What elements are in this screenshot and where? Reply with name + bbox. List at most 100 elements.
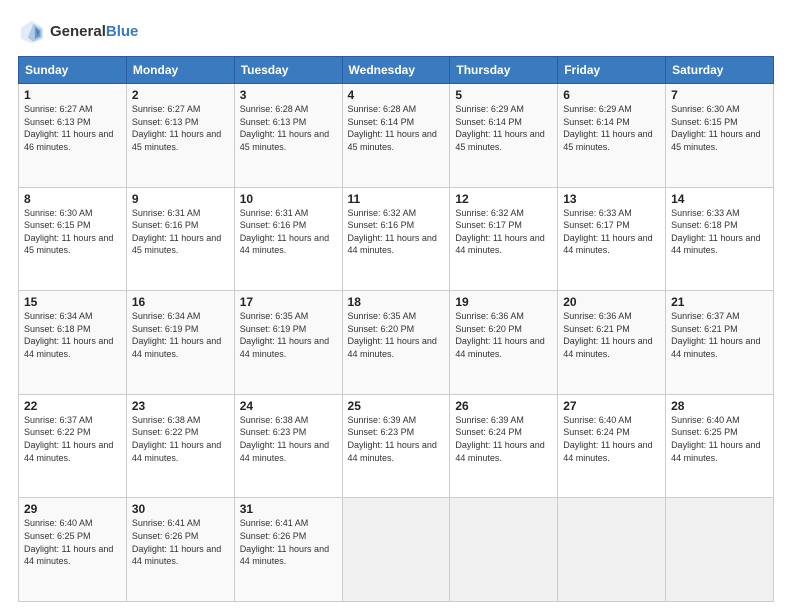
day-number: 16 (132, 295, 229, 309)
calendar-week-row: 22 Sunrise: 6:37 AMSunset: 6:22 PMDaylig… (19, 394, 774, 498)
calendar-day-cell: 22 Sunrise: 6:37 AMSunset: 6:22 PMDaylig… (19, 394, 127, 498)
calendar-day-cell: 4 Sunrise: 6:28 AMSunset: 6:14 PMDayligh… (342, 84, 450, 188)
day-info: Sunrise: 6:31 AMSunset: 6:16 PMDaylight:… (240, 207, 337, 257)
calendar-week-row: 1 Sunrise: 6:27 AMSunset: 6:13 PMDayligh… (19, 84, 774, 188)
calendar-day-cell: 25 Sunrise: 6:39 AMSunset: 6:23 PMDaylig… (342, 394, 450, 498)
day-info: Sunrise: 6:37 AMSunset: 6:22 PMDaylight:… (24, 414, 121, 464)
day-number: 21 (671, 295, 768, 309)
day-info: Sunrise: 6:39 AMSunset: 6:23 PMDaylight:… (348, 414, 445, 464)
day-info: Sunrise: 6:39 AMSunset: 6:24 PMDaylight:… (455, 414, 552, 464)
day-number: 15 (24, 295, 121, 309)
day-number: 31 (240, 502, 337, 516)
calendar-day-cell: 6 Sunrise: 6:29 AMSunset: 6:14 PMDayligh… (558, 84, 666, 188)
weekday-header: Saturday (666, 57, 774, 84)
day-info: Sunrise: 6:33 AMSunset: 6:17 PMDaylight:… (563, 207, 660, 257)
calendar-day-cell: 1 Sunrise: 6:27 AMSunset: 6:13 PMDayligh… (19, 84, 127, 188)
day-number: 24 (240, 399, 337, 413)
calendar-day-cell: 19 Sunrise: 6:36 AMSunset: 6:20 PMDaylig… (450, 291, 558, 395)
day-info: Sunrise: 6:31 AMSunset: 6:16 PMDaylight:… (132, 207, 229, 257)
calendar-day-cell: 12 Sunrise: 6:32 AMSunset: 6:17 PMDaylig… (450, 187, 558, 291)
calendar-day-cell (666, 498, 774, 602)
calendar-day-cell: 28 Sunrise: 6:40 AMSunset: 6:25 PMDaylig… (666, 394, 774, 498)
calendar-day-cell: 5 Sunrise: 6:29 AMSunset: 6:14 PMDayligh… (450, 84, 558, 188)
calendar-day-cell: 8 Sunrise: 6:30 AMSunset: 6:15 PMDayligh… (19, 187, 127, 291)
day-number: 10 (240, 192, 337, 206)
day-number: 1 (24, 88, 121, 102)
day-number: 5 (455, 88, 552, 102)
calendar-week-row: 29 Sunrise: 6:40 AMSunset: 6:25 PMDaylig… (19, 498, 774, 602)
day-info: Sunrise: 6:29 AMSunset: 6:14 PMDaylight:… (563, 103, 660, 153)
weekday-row: SundayMondayTuesdayWednesdayThursdayFrid… (19, 57, 774, 84)
calendar-day-cell: 10 Sunrise: 6:31 AMSunset: 6:16 PMDaylig… (234, 187, 342, 291)
calendar-day-cell: 15 Sunrise: 6:34 AMSunset: 6:18 PMDaylig… (19, 291, 127, 395)
calendar-day-cell: 13 Sunrise: 6:33 AMSunset: 6:17 PMDaylig… (558, 187, 666, 291)
weekday-header: Monday (126, 57, 234, 84)
calendar-day-cell: 14 Sunrise: 6:33 AMSunset: 6:18 PMDaylig… (666, 187, 774, 291)
day-info: Sunrise: 6:34 AMSunset: 6:19 PMDaylight:… (132, 310, 229, 360)
day-number: 30 (132, 502, 229, 516)
day-info: Sunrise: 6:38 AMSunset: 6:22 PMDaylight:… (132, 414, 229, 464)
header: GeneralBlue (18, 18, 774, 46)
calendar-body: 1 Sunrise: 6:27 AMSunset: 6:13 PMDayligh… (19, 84, 774, 602)
day-number: 11 (348, 192, 445, 206)
day-info: Sunrise: 6:32 AMSunset: 6:16 PMDaylight:… (348, 207, 445, 257)
day-info: Sunrise: 6:30 AMSunset: 6:15 PMDaylight:… (24, 207, 121, 257)
weekday-header: Tuesday (234, 57, 342, 84)
day-info: Sunrise: 6:40 AMSunset: 6:24 PMDaylight:… (563, 414, 660, 464)
day-info: Sunrise: 6:36 AMSunset: 6:20 PMDaylight:… (455, 310, 552, 360)
day-number: 13 (563, 192, 660, 206)
day-info: Sunrise: 6:32 AMSunset: 6:17 PMDaylight:… (455, 207, 552, 257)
weekday-header: Wednesday (342, 57, 450, 84)
day-info: Sunrise: 6:41 AMSunset: 6:26 PMDaylight:… (240, 517, 337, 567)
day-number: 29 (24, 502, 121, 516)
calendar-day-cell (342, 498, 450, 602)
calendar-day-cell: 20 Sunrise: 6:36 AMSunset: 6:21 PMDaylig… (558, 291, 666, 395)
day-number: 8 (24, 192, 121, 206)
calendar-day-cell: 21 Sunrise: 6:37 AMSunset: 6:21 PMDaylig… (666, 291, 774, 395)
day-info: Sunrise: 6:30 AMSunset: 6:15 PMDaylight:… (671, 103, 768, 153)
logo-icon (18, 18, 46, 46)
day-info: Sunrise: 6:35 AMSunset: 6:20 PMDaylight:… (348, 310, 445, 360)
day-number: 17 (240, 295, 337, 309)
calendar-week-row: 15 Sunrise: 6:34 AMSunset: 6:18 PMDaylig… (19, 291, 774, 395)
calendar-day-cell: 31 Sunrise: 6:41 AMSunset: 6:26 PMDaylig… (234, 498, 342, 602)
day-number: 27 (563, 399, 660, 413)
day-number: 2 (132, 88, 229, 102)
day-info: Sunrise: 6:35 AMSunset: 6:19 PMDaylight:… (240, 310, 337, 360)
weekday-header: Sunday (19, 57, 127, 84)
day-number: 4 (348, 88, 445, 102)
calendar-day-cell: 27 Sunrise: 6:40 AMSunset: 6:24 PMDaylig… (558, 394, 666, 498)
calendar-day-cell: 26 Sunrise: 6:39 AMSunset: 6:24 PMDaylig… (450, 394, 558, 498)
calendar-day-cell: 18 Sunrise: 6:35 AMSunset: 6:20 PMDaylig… (342, 291, 450, 395)
day-info: Sunrise: 6:29 AMSunset: 6:14 PMDaylight:… (455, 103, 552, 153)
calendar-day-cell: 9 Sunrise: 6:31 AMSunset: 6:16 PMDayligh… (126, 187, 234, 291)
day-info: Sunrise: 6:27 AMSunset: 6:13 PMDaylight:… (132, 103, 229, 153)
day-info: Sunrise: 6:34 AMSunset: 6:18 PMDaylight:… (24, 310, 121, 360)
day-info: Sunrise: 6:28 AMSunset: 6:14 PMDaylight:… (348, 103, 445, 153)
day-number: 25 (348, 399, 445, 413)
day-number: 12 (455, 192, 552, 206)
calendar-day-cell: 3 Sunrise: 6:28 AMSunset: 6:13 PMDayligh… (234, 84, 342, 188)
calendar-day-cell: 29 Sunrise: 6:40 AMSunset: 6:25 PMDaylig… (19, 498, 127, 602)
calendar-day-cell: 11 Sunrise: 6:32 AMSunset: 6:16 PMDaylig… (342, 187, 450, 291)
calendar-day-cell: 16 Sunrise: 6:34 AMSunset: 6:19 PMDaylig… (126, 291, 234, 395)
calendar-day-cell (558, 498, 666, 602)
day-number: 28 (671, 399, 768, 413)
day-info: Sunrise: 6:38 AMSunset: 6:23 PMDaylight:… (240, 414, 337, 464)
logo: GeneralBlue (18, 18, 138, 46)
calendar-day-cell: 2 Sunrise: 6:27 AMSunset: 6:13 PMDayligh… (126, 84, 234, 188)
day-number: 7 (671, 88, 768, 102)
day-info: Sunrise: 6:40 AMSunset: 6:25 PMDaylight:… (671, 414, 768, 464)
day-number: 20 (563, 295, 660, 309)
day-info: Sunrise: 6:40 AMSunset: 6:25 PMDaylight:… (24, 517, 121, 567)
weekday-header: Friday (558, 57, 666, 84)
day-number: 3 (240, 88, 337, 102)
calendar-day-cell: 23 Sunrise: 6:38 AMSunset: 6:22 PMDaylig… (126, 394, 234, 498)
day-info: Sunrise: 6:36 AMSunset: 6:21 PMDaylight:… (563, 310, 660, 360)
day-info: Sunrise: 6:37 AMSunset: 6:21 PMDaylight:… (671, 310, 768, 360)
weekday-header: Thursday (450, 57, 558, 84)
calendar-day-cell (450, 498, 558, 602)
calendar-day-cell: 7 Sunrise: 6:30 AMSunset: 6:15 PMDayligh… (666, 84, 774, 188)
day-info: Sunrise: 6:27 AMSunset: 6:13 PMDaylight:… (24, 103, 121, 153)
calendar-day-cell: 30 Sunrise: 6:41 AMSunset: 6:26 PMDaylig… (126, 498, 234, 602)
